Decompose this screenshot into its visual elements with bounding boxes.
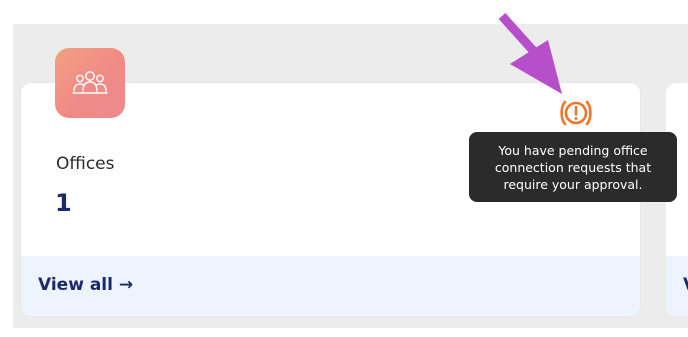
view-all-link[interactable]: View all → — [38, 275, 133, 295]
office-people-icon — [55, 48, 125, 118]
next-card-link-partial[interactable]: V — [683, 275, 688, 295]
arrow-pointer-icon — [490, 8, 570, 98]
card-title: Offices — [56, 154, 115, 174]
dashboard-page: Offices 1 View all → V You have pending … — [0, 0, 688, 337]
card-count: 1 — [55, 189, 72, 217]
exclamation-circle-icon[interactable] — [559, 98, 593, 128]
pending-requests-tooltip: You have pending office connection reque… — [469, 132, 677, 202]
